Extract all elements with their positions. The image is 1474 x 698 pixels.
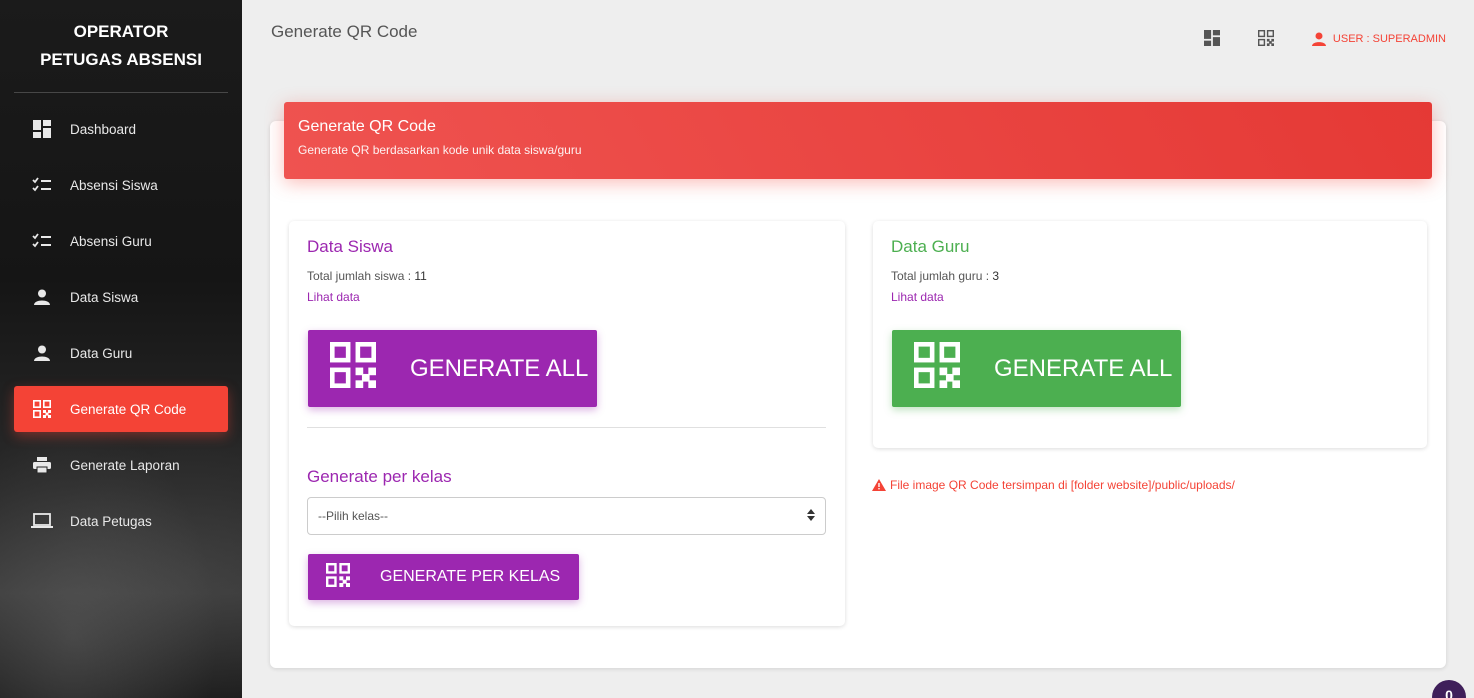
sidebar-item-data-siswa[interactable]: Data Siswa <box>14 274 228 320</box>
person-icon <box>30 341 54 365</box>
kelas-select[interactable]: --Pilih kelas-- <box>307 497 826 535</box>
kelas-select-value: --Pilih kelas-- <box>318 509 389 523</box>
qr-code-icon <box>325 562 350 592</box>
guru-count-text: Total jumlah guru : 3 <box>891 269 999 283</box>
section-divider <box>307 427 826 428</box>
lihat-data-guru-link[interactable]: Lihat data <box>891 290 999 304</box>
sidebar-item-label: Data Siswa <box>70 289 139 305</box>
sidebar-item-dashboard[interactable]: Dashboard <box>14 106 228 152</box>
computer-icon <box>30 509 54 533</box>
brand-line-2: PETUGAS ABSENSI <box>40 50 202 69</box>
generate-per-kelas-title: Generate per kelas <box>307 467 452 486</box>
generate-all-label: GENERATE ALL <box>410 354 589 382</box>
checklist-icon <box>30 229 54 253</box>
page-title: Generate QR Code <box>271 22 418 41</box>
siswa-count-value: 11 <box>414 269 427 283</box>
sidebar-item-absensi-siswa[interactable]: Absensi Siswa <box>14 162 228 208</box>
generate-all-label: GENERATE ALL <box>994 354 1173 382</box>
lihat-data-siswa-link[interactable]: Lihat data <box>307 290 427 304</box>
data-guru-title: Data Guru <box>891 237 970 256</box>
user-label: USER : SUPERADMIN <box>1332 33 1446 45</box>
sidebar-item-data-guru[interactable]: Data Guru <box>14 330 228 376</box>
sidebar-item-data-petugas[interactable]: Data Petugas <box>14 498 228 544</box>
sidebar-item-label: Absensi Guru <box>70 233 152 249</box>
sidebar-item-label: Data Guru <box>70 345 133 361</box>
sidebar-divider <box>14 92 228 93</box>
qr-code-icon[interactable] <box>1257 30 1276 48</box>
topbar-actions: USER : SUPERADMIN <box>1203 30 1446 48</box>
siswa-count-text: Total jumlah siswa : 11 <box>307 269 427 283</box>
card-title: Generate QR Code <box>298 118 436 135</box>
guru-count-label: Total jumlah guru : <box>891 269 993 283</box>
select-arrows-icon <box>807 508 815 524</box>
warning-text: File image QR Code tersimpan di [folder … <box>890 478 1235 492</box>
qr-storage-warning: File image QR Code tersimpan di [folder … <box>872 478 1235 492</box>
card-subtitle: Generate QR berdasarkan kode unik data s… <box>298 143 582 157</box>
qr-code-icon <box>913 341 960 395</box>
sidebar-item-label: Generate QR Code <box>70 401 187 417</box>
sidebar-item-label: Data Petugas <box>70 513 152 529</box>
person-icon <box>30 285 54 309</box>
qr-code-icon <box>30 397 54 421</box>
siswa-count-label: Total jumlah siswa : <box>307 269 415 283</box>
sidebar: OPERATOR PETUGAS ABSENSI Dashboard Absen… <box>0 0 242 698</box>
brand: OPERATOR PETUGAS ABSENSI <box>0 0 242 92</box>
sidebar-nav: Dashboard Absensi Siswa Absensi Guru Dat… <box>14 106 228 554</box>
sidebar-item-label: Absensi Siswa <box>70 177 158 193</box>
generate-per-kelas-button[interactable]: GENERATE PER KELAS <box>308 554 579 600</box>
sidebar-item-label: Generate Laporan <box>70 457 180 473</box>
generate-all-siswa-button[interactable]: GENERATE ALL <box>308 330 597 407</box>
warning-icon <box>872 479 886 491</box>
brand-line-1: OPERATOR <box>73 22 169 41</box>
dashboard-icon[interactable] <box>1203 30 1222 48</box>
guru-count-value: 3 <box>992 269 1000 283</box>
print-icon <box>30 453 54 477</box>
generate-all-guru-button[interactable]: GENERATE ALL <box>892 330 1181 407</box>
qr-code-icon <box>329 341 376 395</box>
floating-action-button[interactable]: 0 <box>1432 680 1466 698</box>
person-icon <box>1311 32 1326 46</box>
checklist-icon <box>30 173 54 197</box>
user-menu[interactable]: USER : SUPERADMIN <box>1311 32 1446 46</box>
sidebar-item-generate-qr-code[interactable]: Generate QR Code <box>14 386 228 432</box>
sidebar-item-absensi-guru[interactable]: Absensi Guru <box>14 218 228 264</box>
sidebar-item-generate-laporan[interactable]: Generate Laporan <box>14 442 228 488</box>
generate-per-kelas-label: GENERATE PER KELAS <box>380 568 561 585</box>
dashboard-icon <box>30 117 54 141</box>
sidebar-item-label: Dashboard <box>70 121 137 137</box>
card-header: Generate QR Code Generate QR berdasarkan… <box>284 102 1432 179</box>
data-siswa-title: Data Siswa <box>307 237 393 256</box>
